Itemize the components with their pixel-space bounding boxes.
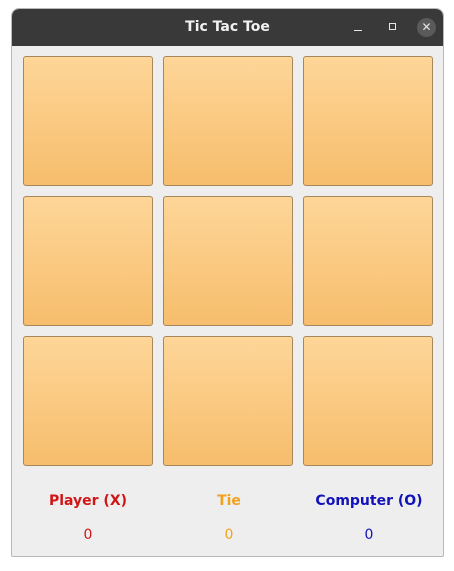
- board-cell-5[interactable]: [163, 196, 293, 326]
- board-cell-2[interactable]: [163, 56, 293, 186]
- tie-score-value: 0: [224, 527, 234, 543]
- tie-score-label: Tie: [217, 493, 241, 509]
- board-cell-6[interactable]: [303, 196, 433, 326]
- close-icon: ✕: [421, 20, 432, 34]
- board-cell-9[interactable]: [303, 336, 433, 466]
- maximize-button[interactable]: [383, 17, 403, 37]
- maximize-icon: [389, 23, 396, 30]
- title-bar[interactable]: Tic Tac Toe ✕: [12, 9, 443, 46]
- player-score-value: 0: [83, 527, 93, 543]
- close-button[interactable]: ✕: [417, 18, 436, 37]
- player-score-label: Player (X): [48, 493, 128, 509]
- window-title: Tic Tac Toe: [185, 19, 270, 35]
- board-cell-3[interactable]: [303, 56, 433, 186]
- app-window: Tic Tac Toe ✕ Player (X) Tie Computer (O…: [11, 8, 444, 557]
- minimize-icon: [354, 30, 362, 31]
- board-cell-7[interactable]: [23, 336, 153, 466]
- computer-score-label: Computer (O): [315, 493, 423, 509]
- computer-score-value: 0: [364, 527, 374, 543]
- minimize-button[interactable]: [348, 17, 368, 37]
- board-cell-4[interactable]: [23, 196, 153, 326]
- board-cell-1[interactable]: [23, 56, 153, 186]
- board-cell-8[interactable]: [163, 336, 293, 466]
- game-board: [23, 56, 435, 468]
